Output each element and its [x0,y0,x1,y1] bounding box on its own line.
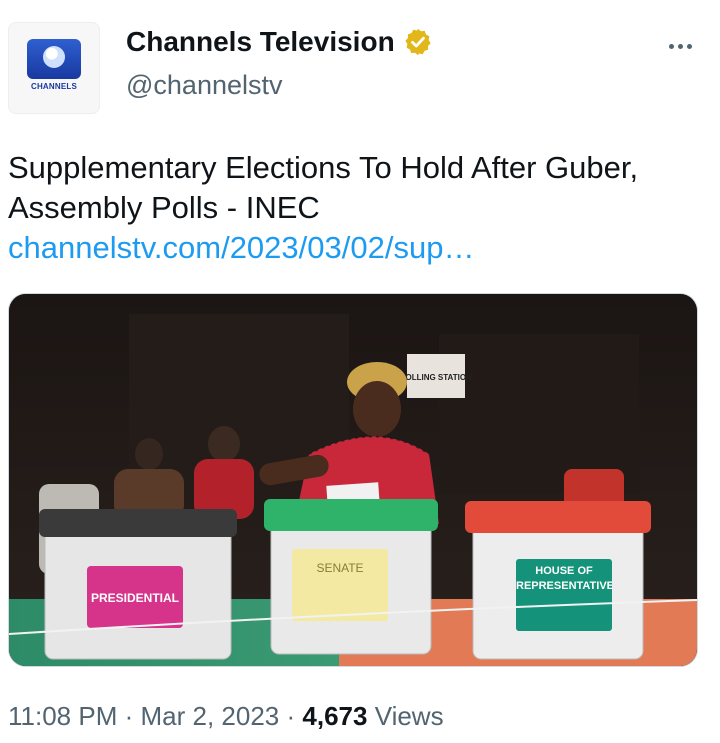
gold-verified-icon[interactable] [403,27,433,57]
channels-logo-icon [27,39,81,79]
tweet-text: Supplementary Elections To Hold After Gu… [8,150,639,225]
meta-separator: · [286,701,296,731]
tweet-link[interactable]: channelstv.com/2023/03/02/sup… [8,228,708,268]
author-name-row: Channels Television [126,26,433,58]
more-horizontal-icon [668,43,674,49]
polling-sign-text: POLLING STATION [400,373,472,382]
senate-label: SENATE [316,561,363,575]
views-label: Views [374,701,444,731]
presidential-label: PRESIDENTIAL [91,591,179,605]
author-avatar[interactable]: CHANNELS [8,22,100,114]
meta-separator: · [124,701,134,731]
tweet-meta: 11:08 PM · Mar 2, 2023 · 4,673 Views [8,701,444,732]
tweet-time[interactable]: 11:08 PM [8,701,117,731]
tweet-date[interactable]: Mar 2, 2023 [141,701,280,731]
more-options-button[interactable] [660,34,700,58]
ballot-boxes-photo: POLLING STATION PRESIDENTIAL SENATE HOUS… [9,294,697,666]
author-display-name[interactable]: Channels Television [126,26,395,58]
tweet-media-photo[interactable]: POLLING STATION PRESIDENTIAL SENATE HOUS… [8,293,698,667]
views-count: 4,673 [302,701,368,731]
tweet-header: CHANNELS Channels Television @channelstv [0,0,720,120]
box2-lid [264,499,438,531]
house-of-reps-label: HOUSE OF REPRESENTATIVES [516,565,612,592]
avatar-logo-text: CHANNELS [30,82,78,91]
tweet-body: Supplementary Elections To Hold After Gu… [8,148,708,268]
author-handle[interactable]: @channelstv [126,70,283,101]
box1-lid [39,509,237,537]
box3-lid [465,501,651,533]
